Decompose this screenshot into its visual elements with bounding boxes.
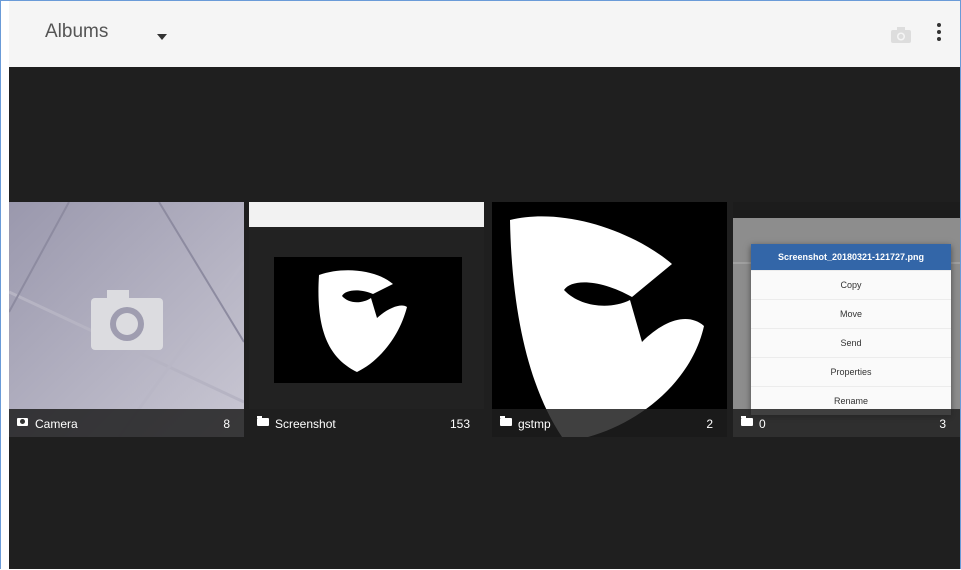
album-name: 0 <box>759 417 766 431</box>
caret-down-icon[interactable] <box>157 34 167 40</box>
gstmp-album-thumbnail <box>492 202 727 437</box>
album-count: 153 <box>449 417 470 431</box>
thumbnail-context-menu: Screenshot_20180321-121727.png Copy Move… <box>751 244 951 415</box>
album-tile-0[interactable]: Screenshot_20180321-121727.png Copy Move… <box>733 202 960 437</box>
album-tile-screenshot[interactable]: Screenshot 153 <box>249 202 484 437</box>
album-count: 2 <box>706 417 713 431</box>
more-vert-icon[interactable] <box>935 23 943 45</box>
context-menu-properties: Properties <box>751 357 951 386</box>
folder-icon <box>741 416 753 426</box>
album-tile-gstmp[interactable]: gstmp 2 <box>492 202 727 437</box>
album-label-bar: Camera 8 <box>9 409 244 437</box>
context-menu-send: Send <box>751 328 951 357</box>
album-label-bar: gstmp 2 <box>492 409 727 437</box>
screenshot-album-thumbnail <box>249 202 484 437</box>
album-name: Camera <box>35 417 78 431</box>
camera-icon <box>17 418 28 426</box>
album-tile-camera[interactable]: Camera 8 <box>9 202 244 437</box>
album-view-title: Albums <box>45 21 109 42</box>
album-count: 8 <box>223 417 230 431</box>
camera-album-thumbnail <box>9 202 244 437</box>
album-count: 3 <box>939 417 946 431</box>
album-label-bar: Screenshot 153 <box>249 409 484 437</box>
album-label-bar: 0 3 <box>733 409 960 437</box>
camera-icon[interactable] <box>890 26 912 44</box>
album-grid: Camera 8 Screenshot 153 gstmp 2 Screensh… <box>9 202 960 437</box>
folder-icon <box>500 416 512 426</box>
context-menu-copy: Copy <box>751 270 951 299</box>
album-name: Screenshot <box>275 417 336 431</box>
app-bar: Albums <box>9 1 960 67</box>
context-menu-title: Screenshot_20180321-121727.png <box>751 244 951 270</box>
folder-icon <box>257 416 269 426</box>
context-menu-move: Move <box>751 299 951 328</box>
left-gutter <box>1 1 9 569</box>
gallery-window: Albums Camera 8 Screenshot 153 gstmp 2 S… <box>0 0 961 569</box>
album-name: gstmp <box>518 417 551 431</box>
